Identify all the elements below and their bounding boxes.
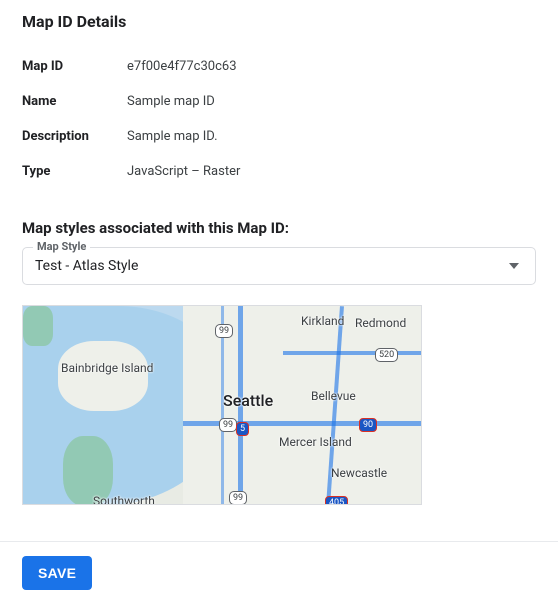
- map-style-select[interactable]: Map Style Test - Atlas Style: [22, 247, 536, 285]
- detail-label-type: Type: [22, 164, 127, 179]
- map-label-bainbridge: Bainbridge Island: [61, 361, 153, 375]
- detail-label-name: Name: [22, 94, 127, 109]
- map-style-selected-value: Test - Atlas Style: [35, 258, 138, 274]
- map-label-mercer: Mercer Island: [279, 435, 352, 449]
- detail-label-mapid: Map ID: [22, 59, 127, 74]
- map-label-seattle: Seattle: [223, 391, 273, 410]
- table-row: Name Sample map ID: [22, 84, 536, 119]
- route-shield-520: 520: [375, 348, 398, 362]
- map-style-label: Map Style: [33, 240, 90, 253]
- table-row: Type JavaScript – Raster: [22, 154, 536, 189]
- table-row: Description Sample map ID.: [22, 119, 536, 154]
- chevron-down-icon: [509, 263, 519, 269]
- footer-bar: SAVE: [0, 541, 558, 612]
- detail-value-description: Sample map ID.: [127, 129, 218, 144]
- detail-label-description: Description: [22, 129, 127, 144]
- table-row: Map ID e7f00e4f77c30c63: [22, 49, 536, 84]
- detail-value-mapid: e7f00e4f77c30c63: [127, 59, 237, 74]
- save-button[interactable]: SAVE: [22, 556, 92, 590]
- map-label-bellevue: Bellevue: [311, 389, 356, 403]
- route-shield-i5: 5: [236, 422, 249, 436]
- detail-value-type: JavaScript – Raster: [127, 164, 240, 179]
- route-shield-99: 99: [219, 418, 237, 432]
- page-title: Map ID Details: [22, 12, 536, 31]
- associated-styles-heading: Map styles associated with this Map ID:: [22, 219, 536, 237]
- route-shield-i405: 405: [325, 496, 348, 505]
- details-table: Map ID e7f00e4f77c30c63 Name Sample map …: [22, 49, 536, 189]
- map-preview[interactable]: Seattle Kirkland Redmond Bellevue Mercer…: [22, 305, 422, 505]
- map-label-southworth: Southworth: [93, 494, 155, 505]
- route-shield-i90: 90: [359, 418, 377, 432]
- route-shield-99: 99: [229, 491, 247, 505]
- detail-value-name: Sample map ID: [127, 94, 215, 109]
- map-label-newcastle: Newcastle: [331, 466, 387, 480]
- map-label-kirkland: Kirkland: [301, 314, 344, 328]
- map-label-redmond: Redmond: [355, 316, 406, 330]
- route-shield-99: 99: [215, 324, 233, 338]
